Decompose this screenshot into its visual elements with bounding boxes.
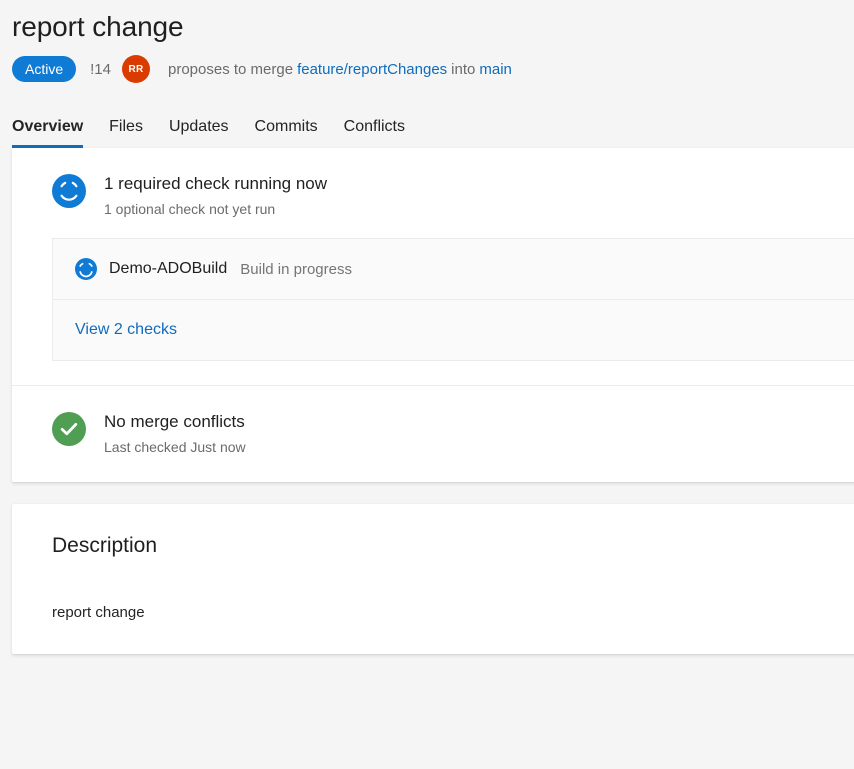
description-title: Description: [12, 532, 854, 560]
pr-id: !14: [90, 61, 111, 78]
avatar[interactable]: RR: [122, 55, 150, 83]
view-checks-link[interactable]: View 2 checks: [75, 321, 177, 339]
pr-tabbar: Overview Files Updates Commits Conflicts: [0, 100, 854, 148]
tab-files[interactable]: Files: [109, 118, 143, 148]
merge-infix-text: into: [451, 61, 475, 78]
checks-headline: 1 required check running now: [104, 172, 327, 196]
checks-subline: 1 optional check not yet run: [104, 198, 327, 220]
status-badge: Active: [12, 56, 76, 82]
conflicts-headline: No merge conflicts: [104, 410, 246, 434]
pr-status-card: 1 required check running now 1 optional …: [12, 148, 854, 482]
checks-text-block: 1 required check running now 1 optional …: [104, 172, 327, 220]
conflicts-text-block: No merge conflicts Last checked Just now: [104, 410, 246, 458]
target-branch-link[interactable]: main: [479, 61, 512, 78]
check-item-name: Demo-ADOBuild: [109, 260, 227, 278]
conflicts-summary-row: No merge conflicts Last checked Just now: [12, 410, 854, 458]
conflicts-subline: Last checked Just now: [104, 436, 246, 458]
merge-prefix-text: proposes to merge: [168, 61, 293, 78]
page-title: report change: [12, 0, 842, 46]
check-item-state: Build in progress: [240, 261, 352, 278]
running-check-icon: [52, 174, 86, 208]
merge-description: proposes to mergefeature/reportChangesin…: [168, 61, 512, 78]
pr-header: report change Active !14 RR proposes to …: [0, 0, 854, 86]
source-branch-link[interactable]: feature/reportChanges: [297, 61, 447, 78]
description-card: Description report change: [12, 504, 854, 654]
checks-panel: Demo-ADOBuild Build in progress View 2 c…: [52, 238, 854, 361]
success-check-icon: [52, 412, 86, 446]
pr-meta-line: Active !14 RR proposes to mergefeature/r…: [12, 52, 842, 86]
tab-conflicts[interactable]: Conflicts: [344, 118, 405, 148]
merge-conflicts-section: No merge conflicts Last checked Just now: [12, 386, 854, 482]
checks-section: 1 required check running now 1 optional …: [12, 148, 854, 385]
build-running-icon: [75, 258, 97, 280]
checks-summary-row: 1 required check running now 1 optional …: [12, 172, 854, 220]
tab-overview[interactable]: Overview: [12, 118, 83, 148]
description-body[interactable]: report change: [12, 602, 854, 624]
pull-request-page: report change Active !14 RR proposes to …: [0, 0, 854, 769]
checks-panel-footer: View 2 checks: [53, 300, 854, 360]
tab-updates[interactable]: Updates: [169, 118, 229, 148]
check-item-row[interactable]: Demo-ADOBuild Build in progress: [53, 239, 854, 299]
tab-commits[interactable]: Commits: [255, 118, 318, 148]
